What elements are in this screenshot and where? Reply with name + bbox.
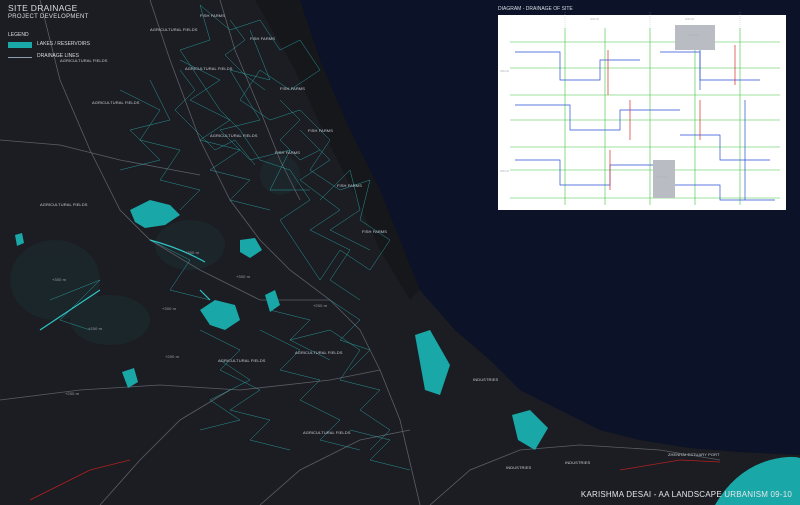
map-label: FISH FARMS xyxy=(200,13,226,18)
drainage-line-swatch xyxy=(8,57,32,58)
diagram-label: 2000.00 xyxy=(500,170,510,173)
site-map xyxy=(0,0,800,505)
map-label: +200 m xyxy=(88,326,103,331)
diagram-label: 4000.00 xyxy=(685,18,695,21)
diagram-background xyxy=(498,15,786,210)
map-label: AGRICULTURAL FIELDS xyxy=(185,66,233,71)
map-label: AGRICULTURAL FIELDS xyxy=(218,358,266,363)
map-label: ZHENHAI ESTUARY PORT xyxy=(668,452,720,457)
map-label: +200 m xyxy=(65,391,80,396)
map-label: FISH FARMS xyxy=(250,36,276,41)
map-label: FISH FARMS xyxy=(280,86,306,91)
map-label: AGRICULTURAL FIELDS xyxy=(303,430,351,435)
map-label: AGRICULTURAL FIELDS xyxy=(92,100,140,105)
map-label: +200 m xyxy=(313,303,328,308)
map-label: AGRICULTURAL FIELDS xyxy=(210,133,258,138)
map-label: FISH FARMS xyxy=(308,128,334,133)
map-label: +300 m xyxy=(162,306,177,311)
map-label: AGRICULTURAL FIELDS xyxy=(295,350,343,355)
map-label: +300 m xyxy=(52,277,67,282)
map-stage: SITE DRAINAGE PROJECT DEVELOPMENT LEGEND… xyxy=(0,0,800,505)
map-label: AGRICULTURAL FIELDS xyxy=(60,58,108,63)
map-label: AGRICULTURAL FIELDS xyxy=(150,27,198,32)
map-title: SITE DRAINAGE xyxy=(8,3,78,13)
map-label: INDUSTRIES xyxy=(506,465,532,470)
map-label: AGRICULTURAL FIELDS xyxy=(40,202,88,207)
map-label: +300 m xyxy=(185,250,200,255)
diagram-label: VILLAGE xyxy=(688,34,699,37)
credit-line: KARISHMA DESAI - AA LANDSCAPE URBANISM 0… xyxy=(580,490,792,499)
map-subtitle: PROJECT DEVELOPMENT xyxy=(8,14,89,20)
diagram-label: VILLAGE xyxy=(657,176,668,179)
map-label: INDUSTRIES xyxy=(473,377,499,382)
lake-swatch xyxy=(8,42,32,48)
map-label: FISH FARMS xyxy=(275,150,301,155)
map-label: FISH FARMS xyxy=(362,229,388,234)
map-label: +200 m xyxy=(165,354,180,359)
map-label: +300 m xyxy=(236,274,251,279)
diagram-label: 3000.00 xyxy=(590,18,600,21)
legend-heading: LEGEND xyxy=(8,32,29,38)
drainage-diagram xyxy=(498,12,786,210)
diagram-title: DIAGRAM - DRAINAGE OF SITE xyxy=(498,6,573,12)
legend-lakes-label: LAKES / RESERVOIRS xyxy=(37,41,90,47)
map-label: FISH FARMS xyxy=(337,183,363,188)
village-block xyxy=(653,160,675,198)
diagram-label: 3000.00 xyxy=(500,70,510,73)
map-label: INDUSTRIES xyxy=(565,460,591,465)
village-block xyxy=(675,25,715,50)
